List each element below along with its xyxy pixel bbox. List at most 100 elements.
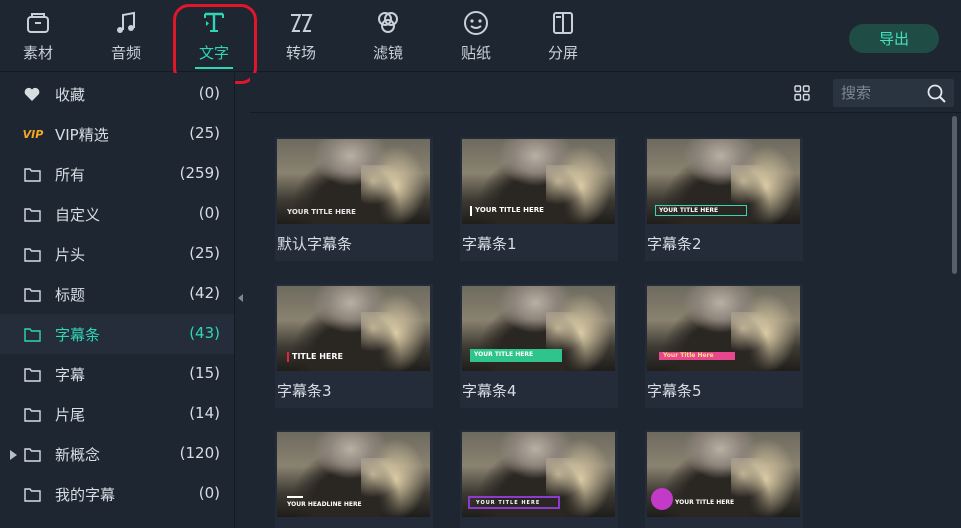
template-thumbnail: YOUR TITLE HERE [277,139,430,224]
template-thumbnail: YOUR TITLE HERE [647,139,800,224]
template-card[interactable]: YOUR TITLE HERE 字幕条1 [460,137,618,261]
tab-split-screen[interactable]: 分屏 [527,0,599,72]
template-label: 字幕条3 [277,382,332,400]
search-icon[interactable] [927,84,946,103]
sidebar-item-count: (43) [189,324,220,342]
template-thumbnail: YOUR TITLE HERE [462,286,615,371]
sidebar-item-label: 我的字幕 [55,486,116,504]
tab-media-label: 素材 [22,44,53,62]
sidebar-item-count: (259) [179,164,220,182]
tab-transition-label: 转场 [285,44,316,62]
sidebar-item-label: 字幕条 [55,326,101,344]
overlay-circle-decoration [651,488,673,510]
sidebar-item-count: (25) [189,244,220,262]
folder-icon [23,445,41,463]
vip-badge-text: VIP [22,127,44,141]
tab-text-label: 文字 [198,44,229,62]
folder-icon [23,205,41,223]
tab-text[interactable]: 文字 [178,0,250,72]
content-toolbar [250,73,961,113]
template-card[interactable]: Your Title Here 字幕条5 [645,284,803,408]
template-label: 默认字幕条 [277,235,353,253]
transition-icon [288,10,314,36]
overlay-title-text: YOUR TITLE HERE [287,208,356,216]
folder-icon [23,325,41,343]
folder-icon [23,245,41,263]
tab-filter-label: 滤镜 [372,44,403,62]
sidebar-item-favorites[interactable]: 收藏 (0) [0,74,234,114]
sidebar-item-my-titles[interactable]: 我的字幕 (0) [0,474,234,514]
template-card[interactable]: TITLE HERE 字幕条3 [275,284,433,408]
folder-icon [23,405,41,423]
sticker-icon [463,10,489,36]
tab-filter[interactable]: 滤镜 [352,0,424,72]
sidebar-item-count: (14) [189,404,220,422]
tab-sticker[interactable]: 贴纸 [440,0,512,72]
expand-arrow-icon[interactable] [10,450,17,460]
sidebar-item-lower-thirds[interactable]: 字幕条 (43) [0,314,234,354]
tab-sticker-label: 贴纸 [460,44,491,62]
sidebar-item-count: (0) [198,84,220,102]
content-scrollbar-thumb[interactable] [952,116,957,274]
template-card[interactable]: YOUR HEADLINE HERE [275,430,433,528]
overlay-title-text: Your Title Here [663,352,714,359]
export-button[interactable]: 导出 [849,24,939,53]
template-thumbnail: YOUR HEADLINE HERE [277,432,430,517]
template-thumbnail: TITLE HERE [277,286,430,371]
sidebar-item-label: 自定义 [55,206,101,224]
sidebar-item-label: 新概念 [55,446,101,464]
overlay-title-text: YOUR TITLE HERE [474,351,534,358]
filter-icon [375,10,401,36]
sidebar-item-count: (0) [198,204,220,222]
overlay-title-text: YOUR TITLE HERE [675,499,735,506]
folder-icon [23,285,41,303]
heart-icon [23,85,41,103]
folder-icon [23,365,41,383]
sidebar-item-custom[interactable]: 自定义 (0) [0,194,234,234]
template-card[interactable]: YOUR TITLE HERE [460,430,618,528]
template-thumbnail: YOUR TITLE HERE [462,139,615,224]
sidebar-item-opener[interactable]: 片头 (25) [0,234,234,274]
sidebar-item-vip[interactable]: VIP VIP精选 (25) [0,114,234,154]
sidebar-item-subtitles[interactable]: 字幕 (15) [0,354,234,394]
sidebar-item-label: 所有 [55,166,86,184]
template-thumbnail: Your Title Here [647,286,800,371]
active-tab-indicator [195,67,233,69]
sidebar-item-count: (0) [198,484,220,502]
music-note-icon [113,10,139,36]
template-card[interactable]: YOUR TITLE HERE 默认字幕条 [275,137,433,261]
sidebar-item-credits[interactable]: 片尾 (14) [0,394,234,434]
overlay-bar-decoration [470,206,472,216]
category-sidebar: 收藏 (0) VIP VIP精选 (25) 所有 (259) 自定义 (0) 片… [0,73,235,528]
search-input[interactable] [841,83,921,103]
template-card[interactable]: YOUR TITLE HERE 字幕条4 [460,284,618,408]
template-label: 字幕条4 [462,382,517,400]
sidebar-item-titles[interactable]: 标题 (42) [0,274,234,314]
overlay-title-text: TITLE HERE [292,352,344,361]
folder-icon [23,165,41,183]
sidebar-item-label: 片头 [55,246,86,264]
search-box [833,79,954,107]
vip-badge-icon: VIP [21,125,45,143]
sidebar-item-label: 字幕 [55,366,86,384]
overlay-title-text: YOUR TITLE HERE [475,206,544,214]
sidebar-collapse-handle[interactable] [238,294,243,302]
template-card[interactable]: YOUR TITLE HERE 字幕条2 [645,137,803,261]
tab-media[interactable]: 素材 [2,0,74,72]
sidebar-item-all[interactable]: 所有 (259) [0,154,234,194]
grid-view-icon[interactable] [794,85,810,101]
folder-icon [23,485,41,503]
sidebar-item-new-concept[interactable]: 新概念 (120) [0,434,234,474]
sidebar-item-count: (25) [189,124,220,142]
folder-media-icon [25,10,51,36]
tab-split-screen-label: 分屏 [547,44,578,62]
text-title-icon [201,10,227,36]
template-card[interactable]: YOUR TITLE HERE [645,430,803,528]
overlay-bar-decoration [287,352,289,362]
tab-audio[interactable]: 音频 [90,0,162,72]
split-screen-icon [550,10,576,36]
template-label: 字幕条1 [462,235,517,253]
template-label: 字幕条2 [647,235,702,253]
tab-transition[interactable]: 转场 [265,0,337,72]
overlay-title-text: YOUR TITLE HERE [476,500,541,506]
